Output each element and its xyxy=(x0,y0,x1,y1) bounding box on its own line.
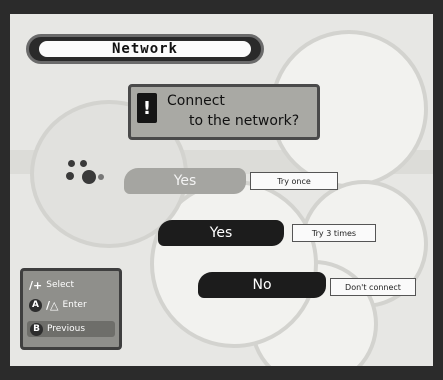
prompt-line-1: Connect xyxy=(167,93,225,109)
legend-select-row: /+ Select xyxy=(29,277,74,293)
legend-select-label: Select xyxy=(46,280,74,290)
no-dont-connect-button[interactable]: No xyxy=(198,272,326,298)
title-bar: Network xyxy=(26,34,264,64)
cursor-dot xyxy=(82,170,96,184)
cursor-dot xyxy=(66,172,74,180)
legend-previous-row: B Previous xyxy=(27,321,115,337)
option-label: Yes xyxy=(173,173,197,189)
legend-enter-label: Enter xyxy=(62,300,87,310)
selection-cursor-icon xyxy=(66,160,106,200)
title-plate: Network xyxy=(39,41,251,57)
cursor-dot xyxy=(68,160,75,167)
yes-try-once-button[interactable]: Yes xyxy=(124,168,246,194)
prompt-dialog: ! Connect to the network? xyxy=(128,84,320,140)
cursor-dot xyxy=(98,174,104,180)
legend-enter-row: A /△ Enter xyxy=(29,297,87,313)
option-hint: Try once xyxy=(250,172,338,190)
b-button-icon: B xyxy=(30,322,43,336)
exclamation-icon: ! xyxy=(137,93,157,123)
yes-try-three-times-button[interactable]: Yes xyxy=(158,220,284,246)
legend-previous-label: Previous xyxy=(47,324,86,334)
network-screen: Network ! Connect to the network? Yes Tr… xyxy=(0,0,443,380)
page-title: Network xyxy=(111,41,178,57)
triangle-button-icon: /△ xyxy=(46,298,59,312)
controls-legend: /+ Select A /△ Enter B Previous xyxy=(20,268,122,350)
option-hint: Don't connect xyxy=(330,278,416,296)
prompt-line-2: to the network? xyxy=(189,113,300,129)
cursor-dot xyxy=(80,160,87,167)
option-label: No xyxy=(252,277,272,293)
dpad-icon: /+ xyxy=(29,278,43,292)
a-button-icon: A xyxy=(29,298,42,312)
option-hint: Try 3 times xyxy=(292,224,376,242)
option-label: Yes xyxy=(209,225,233,241)
